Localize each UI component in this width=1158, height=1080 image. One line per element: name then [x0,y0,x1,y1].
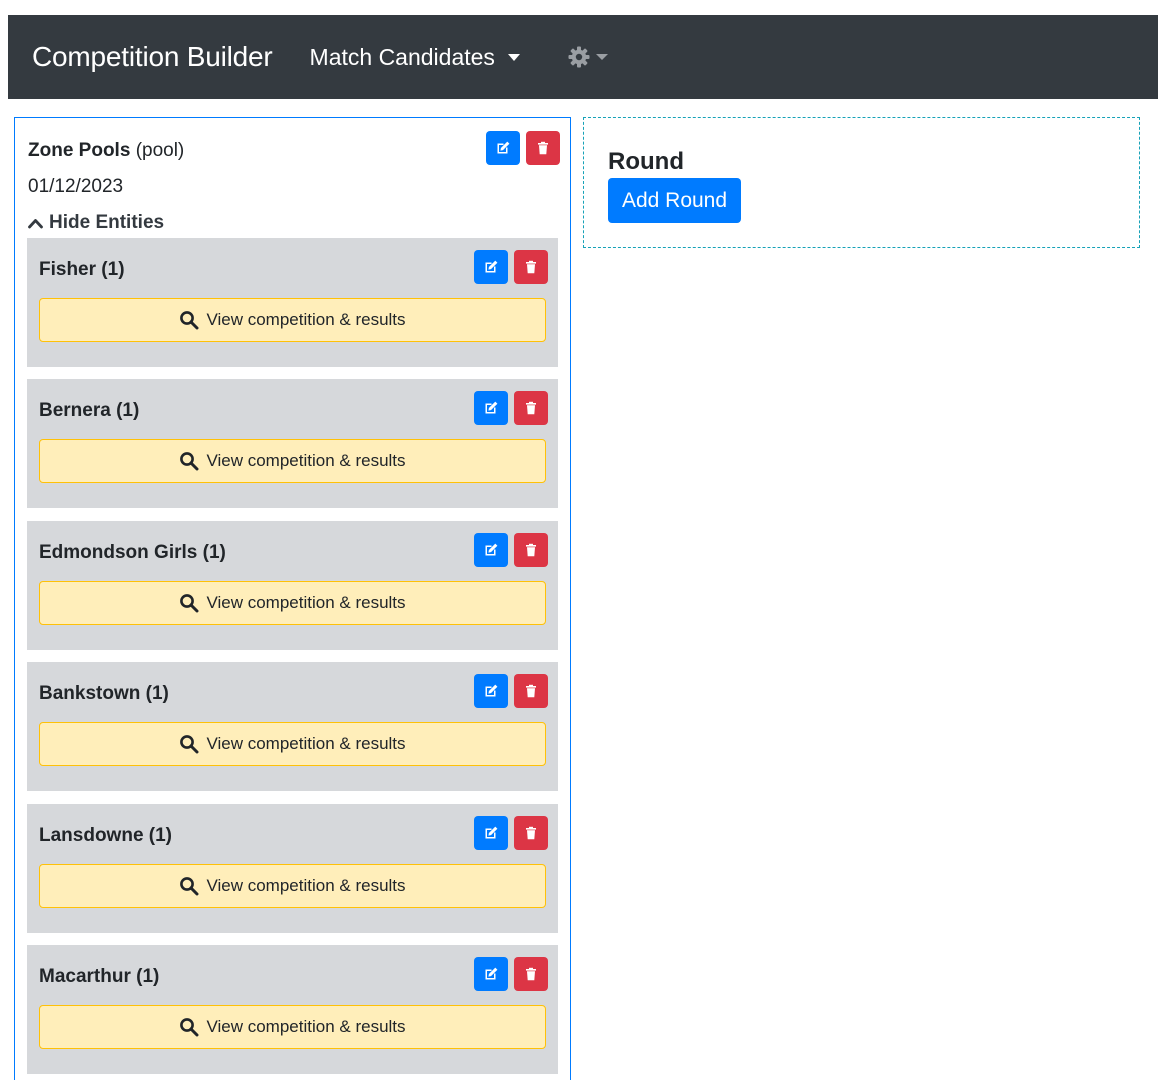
edit-icon [483,825,499,841]
hide-entities-label: Hide Entities [49,212,165,233]
pool-type: (pool) [135,140,185,161]
entity-name: Bernera (1) [39,400,140,421]
search-icon [179,1017,199,1037]
view-competition-button[interactable]: View competition & results [39,298,546,342]
edit-icon [483,683,499,699]
pool-title: Zone Pools (pool) [28,140,184,162]
round-title: Round [608,148,684,175]
delete-entity-button[interactable] [514,391,548,425]
caret-down-icon [507,53,520,61]
match-candidates-label: Match Candidates [309,43,495,70]
trash-icon [523,825,539,841]
top-navbar: Competition Builder Match Candidates [8,15,1158,99]
entity-card: Fisher (1) View competition & results [27,238,558,367]
entity-card: Bankstown (1) View competition & results [27,662,558,791]
view-competition-button[interactable]: View competition & results [39,581,546,625]
delete-entity-button[interactable] [514,957,548,991]
search-icon [179,593,199,613]
view-competition-label: View competition & results [206,734,406,753]
delete-entity-button[interactable] [514,250,548,284]
view-competition-label: View competition & results [206,593,406,612]
trash-icon [523,542,539,558]
trash-icon [523,259,539,275]
search-icon [179,734,199,754]
pool-name: Zone Pools [28,140,131,161]
hide-entities-toggle[interactable]: Hide Entities [28,212,164,234]
delete-entity-button[interactable] [514,674,548,708]
trash-icon [535,140,551,156]
edit-entity-button[interactable] [474,391,508,425]
view-competition-button[interactable]: View competition & results [39,1005,546,1049]
delete-entity-button[interactable] [514,533,548,567]
view-competition-button[interactable]: View competition & results [39,439,546,483]
app-brand[interactable]: Competition Builder [32,41,273,73]
search-icon [179,451,199,471]
edit-icon [495,140,511,156]
edit-icon [483,259,499,275]
entity-name: Macarthur (1) [39,966,160,987]
entity-card: Edmondson Girls (1) View competition & r… [27,521,558,650]
edit-icon [483,966,499,982]
pool-date: 01/12/2023 [28,176,124,197]
settings-dropdown[interactable] [567,45,608,69]
delete-entity-button[interactable] [514,816,548,850]
entity-name: Fisher (1) [39,259,125,280]
match-candidates-dropdown[interactable]: Match Candidates [310,44,520,71]
round-panel: Round Add Round [583,117,1140,248]
caret-down-icon [595,54,608,60]
view-competition-button[interactable]: View competition & results [39,864,546,908]
trash-icon [523,683,539,699]
entity-card: Bernera (1) View competition & results [27,379,558,508]
edit-entity-button[interactable] [474,533,508,567]
trash-icon [523,966,539,982]
entity-card: Macarthur (1) View competition & results [27,945,558,1074]
view-competition-button[interactable]: View competition & results [39,722,546,766]
entity-name: Bankstown (1) [39,683,169,704]
gear-icon [568,46,590,68]
add-round-button[interactable]: Add Round [608,178,741,223]
edit-pool-button[interactable] [486,131,520,165]
view-competition-label: View competition & results [206,310,406,329]
edit-entity-button[interactable] [474,957,508,991]
search-icon [179,876,199,896]
search-icon [179,310,199,330]
edit-entity-button[interactable] [474,816,508,850]
view-competition-label: View competition & results [206,876,406,895]
edit-icon [483,542,499,558]
entity-name: Lansdowne (1) [39,825,173,846]
pool-card: Zone Pools (pool) 01/12/2023 Hide Entiti… [14,117,571,1080]
edit-entity-button[interactable] [474,674,508,708]
edit-entity-button[interactable] [474,250,508,284]
trash-icon [523,400,539,416]
entity-card: Lansdowne (1) View competition & results [27,804,558,933]
view-competition-label: View competition & results [206,451,406,470]
entity-name: Edmondson Girls (1) [39,542,226,563]
chevron-up-icon [28,218,43,228]
view-competition-label: View competition & results [206,1017,406,1036]
edit-icon [483,400,499,416]
delete-pool-button[interactable] [526,131,560,165]
